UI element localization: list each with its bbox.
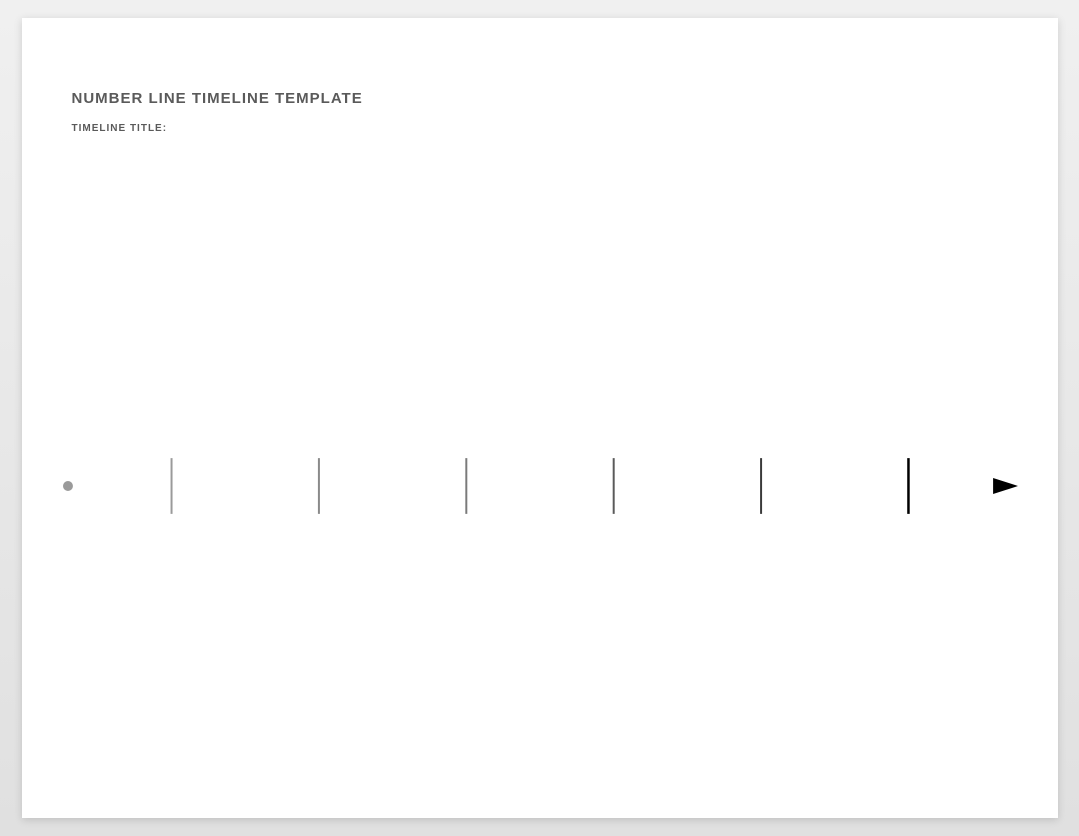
document-page: NUMBER LINE TIMELINE TEMPLATE TIMELINE T… (22, 18, 1058, 818)
number-line-timeline (62, 456, 1018, 516)
timeline-title-label: TIMELINE TITLE: (72, 123, 1008, 134)
timeline-arrowhead (993, 478, 1018, 494)
page-title: NUMBER LINE TIMELINE TEMPLATE (72, 90, 1008, 107)
timeline-container (62, 456, 1018, 516)
